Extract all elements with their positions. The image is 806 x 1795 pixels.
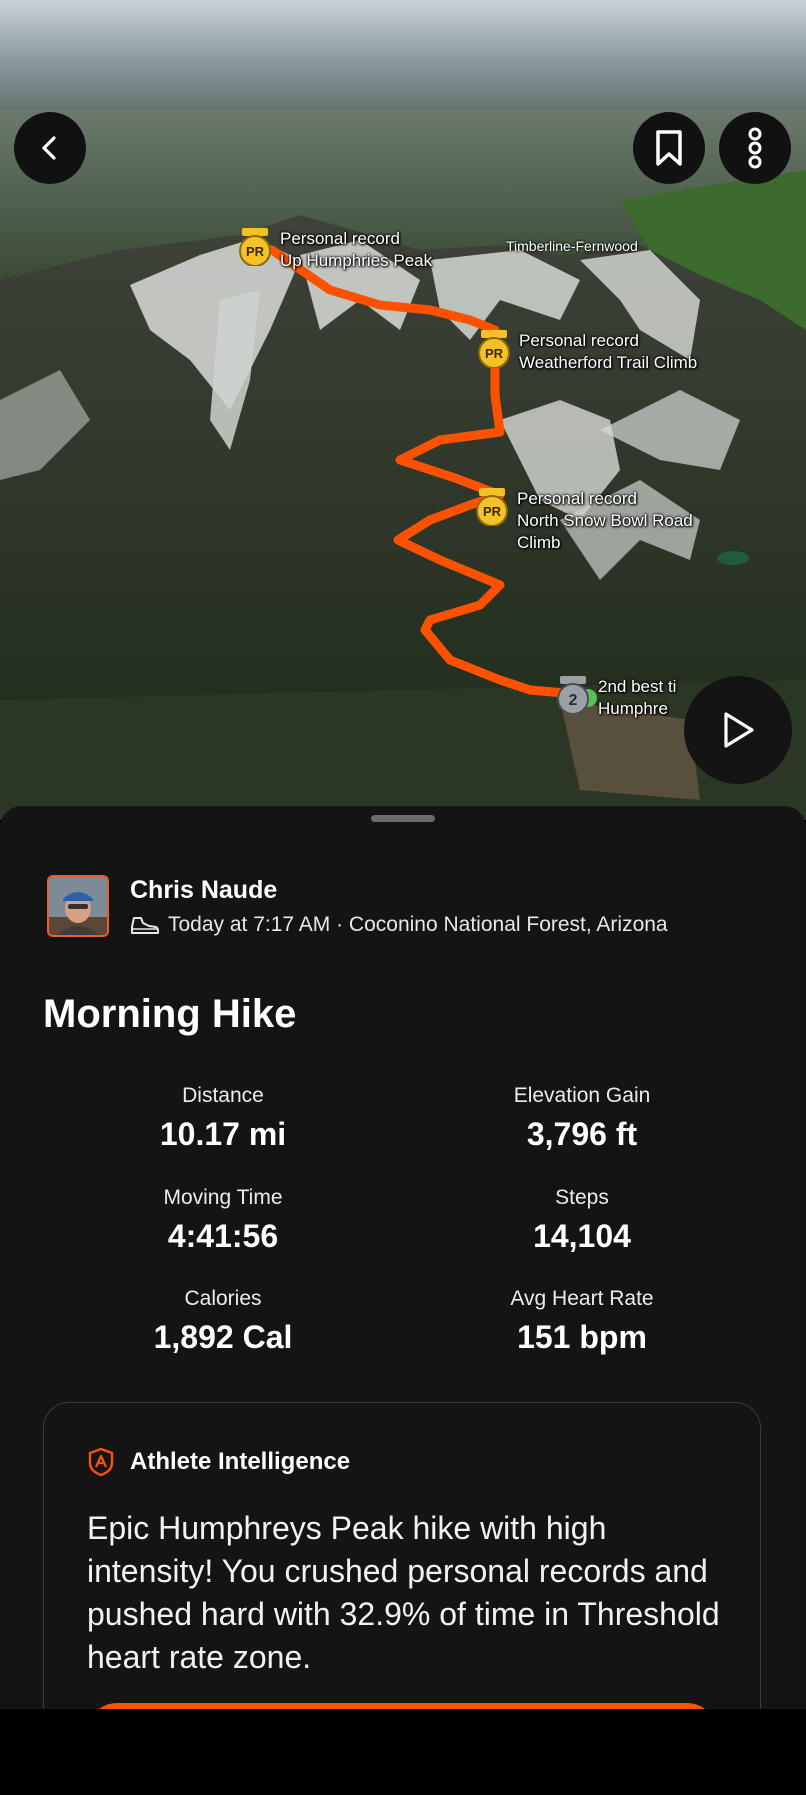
athlete-intelligence-card[interactable]: Athlete Intelligence Epic Humphreys Peak… [43,1402,761,1709]
segment-label-line1: Personal record [280,229,401,248]
stat-moving-time: Moving Time 4:41:56 [73,1186,373,1255]
segment-label-line1: 2nd best ti [598,677,677,696]
activity-details-sheet[interactable]: Chris Naude Today at 7:17 AM · Coconino … [0,806,806,1709]
segment-pr-marker[interactable]: PR Personal record Up Humphries Peak [238,228,432,272]
activity-meta: Today at 7:17 AM · Coconino National For… [130,913,668,937]
svg-text:PR: PR [246,244,265,259]
stat-label: Elevation Gain [513,1084,651,1107]
chevron-left-icon [42,136,56,160]
more-options-button[interactable] [719,112,791,184]
stat-label: Moving Time [163,1186,283,1209]
more-vertical-icon [748,127,762,169]
segment-pr-marker[interactable]: PR Personal record North Snow Bowl Road … [475,488,693,554]
athlete-intelligence-summary: Epic Humphreys Peak hike with high inten… [87,1510,720,1675]
segment-label-line3: Climb [517,533,561,552]
stat-distance: Distance 10.17 mi [73,1084,373,1153]
back-button[interactable] [14,112,86,184]
bookmark-button[interactable] [633,112,705,184]
stat-elevation-gain: Elevation Gain 3,796 ft [432,1084,732,1153]
segment-label-line2: Weatherford Trail Climb [519,353,698,372]
segment-label-line2: Humphre [598,699,668,718]
play-flyover-button[interactable] [684,676,792,784]
silver-medal-icon: 2 [557,676,589,714]
segment-label-line1: Personal record [519,331,640,350]
svg-text:PR: PR [485,346,504,361]
segment-label-line2: Up Humphries Peak [280,251,433,270]
stat-steps: Steps 14,104 [432,1186,732,1255]
pr-medal-icon: PR [239,228,271,266]
pr-medal-icon: PR [476,488,508,526]
stat-label: Distance [182,1084,264,1107]
stat-value: 10.17 mi [159,1116,287,1152]
stat-calories: Calories 1,892 Cal [73,1287,373,1356]
map-place-label: Timberline-Fernwood [506,238,638,254]
activity-map[interactable]: Timberline-Fernwood PR Personal record U… [0,0,806,820]
pr-medal-icon: PR [478,330,510,368]
segment-label-line2: North Snow Bowl Road [517,511,693,530]
athlete-name[interactable]: Chris Naude [130,876,277,905]
activity-title: Morning Hike [43,992,297,1036]
stat-value: 14,104 [533,1218,631,1254]
stat-label: Steps [555,1186,609,1209]
bookmark-icon [656,130,682,166]
medal-rank: 2 [569,692,578,709]
activity-date-location: Today at 7:17 AM · Coconino National For… [168,913,668,936]
segment-pr-marker[interactable]: PR Personal record Weatherford Trail Cli… [477,330,697,374]
hiking-shoe-icon [131,917,159,934]
segment-second-best-marker[interactable]: 2 2nd best ti Humphre [556,676,676,720]
athlete-intelligence-header: Athlete Intelligence [88,1447,350,1477]
stat-label: Calories [184,1287,262,1310]
system-navigation-bar [0,1709,806,1795]
play-icon [724,712,754,748]
stat-value: 3,796 ft [526,1116,638,1152]
stat-value: 4:41:56 [167,1218,279,1254]
svg-text:PR: PR [483,504,502,519]
segment-label-line1: Personal record [517,489,638,508]
stat-label: Avg Heart Rate [510,1287,654,1310]
stat-avg-heart-rate: Avg Heart Rate 151 bpm [432,1287,732,1356]
stat-value: 1,892 Cal [153,1319,293,1355]
stat-value: 151 bpm [517,1319,647,1355]
avatar[interactable] [47,875,109,937]
athlete-photo [49,877,107,935]
athlete-intelligence-title: Athlete Intelligence [130,1448,351,1475]
sheet-drag-handle[interactable] [371,815,435,822]
athlete-intelligence-icon [88,1447,114,1477]
